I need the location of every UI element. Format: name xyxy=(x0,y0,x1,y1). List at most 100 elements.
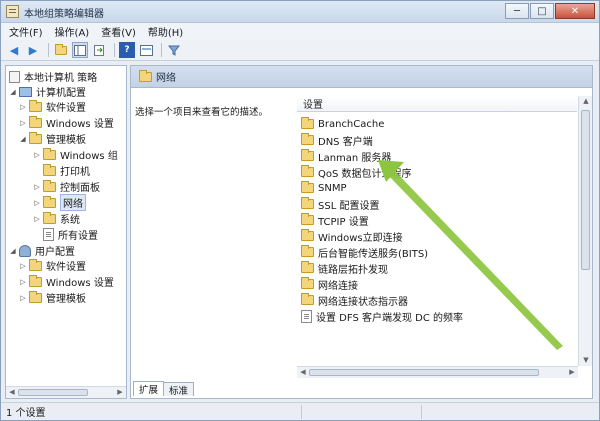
tree-root[interactable]: 本地计算机 策略 xyxy=(9,69,97,84)
scrollbar-thumb[interactable] xyxy=(18,389,88,396)
expand-arrow-icon[interactable]: ▷ xyxy=(19,262,27,270)
list-item[interactable]: SSL 配置设置 xyxy=(301,196,379,212)
expand-arrow-icon[interactable]: ▷ xyxy=(19,119,27,127)
tree-item-software-settings[interactable]: ▷ 软件设置 xyxy=(19,99,86,114)
all-settings-icon xyxy=(43,228,54,241)
tree-item-all-settings[interactable]: 所有设置 xyxy=(33,227,98,242)
scrollbar-thumb[interactable] xyxy=(581,110,590,270)
tree-item-printers[interactable]: 打印机 xyxy=(33,163,90,178)
vertical-scrollbar[interactable]: ▲ ▼ xyxy=(578,96,592,366)
folder-icon xyxy=(29,115,42,128)
folder-icon xyxy=(301,165,314,177)
tree-item-control-panel[interactable]: ▷ 控制面板 xyxy=(33,179,100,194)
expand-arrow-icon[interactable]: ▷ xyxy=(19,278,27,286)
export-list-icon[interactable] xyxy=(91,42,107,58)
scroll-down-icon[interactable]: ▼ xyxy=(581,356,591,365)
scroll-left-icon[interactable]: ◀ xyxy=(298,368,308,377)
forward-arrow-icon[interactable]: ▶ xyxy=(25,42,41,58)
expand-arrow-icon[interactable]: ▷ xyxy=(33,183,41,191)
folder-icon xyxy=(29,274,42,287)
tree-item-admin-templates[interactable]: ◢ 管理模板 xyxy=(19,131,86,146)
properties-glyph xyxy=(139,44,153,56)
collapse-arrow-icon[interactable]: ◢ xyxy=(9,247,17,255)
column-header-setting[interactable]: 设置 xyxy=(297,96,577,112)
tree-item-windows-components[interactable]: ▷ Windows 组 xyxy=(33,147,118,162)
menu-view[interactable]: 查看(V) xyxy=(101,24,136,39)
list-item[interactable]: TCPIP 设置 xyxy=(301,212,369,228)
expand-arrow-icon[interactable]: ▷ xyxy=(19,294,27,302)
filter-icon[interactable] xyxy=(166,42,182,58)
list-item-label: BranchCache xyxy=(318,118,385,130)
menu-bar: 文件(F) 操作(A) 查看(V) 帮助(H) xyxy=(1,23,599,40)
properties-icon[interactable] xyxy=(138,42,154,58)
folder-icon xyxy=(29,131,42,144)
expand-arrow-icon[interactable]: ▷ xyxy=(33,199,41,207)
folder-icon xyxy=(301,181,314,193)
tree-computer-config[interactable]: ◢ 计算机配置 xyxy=(9,84,86,99)
back-arrow-icon[interactable]: ◀ xyxy=(6,42,22,58)
scroll-left-icon[interactable]: ◀ xyxy=(7,388,17,397)
tree-item-user-software-settings[interactable]: ▷ 软件设置 xyxy=(19,258,86,273)
list-item-label: SNMP xyxy=(318,182,347,194)
scroll-right-icon[interactable]: ▶ xyxy=(115,388,125,397)
tree-label: Windows 组 xyxy=(60,151,118,162)
title-bar[interactable]: 本地组策略编辑器 ─ □ ✕ xyxy=(1,1,599,23)
folder-icon xyxy=(301,229,314,241)
list-item[interactable]: 设置 DFS 客户端发现 DC 的频率 xyxy=(301,308,463,324)
menu-action[interactable]: 操作(A) xyxy=(55,24,90,39)
tree-item-user-windows-settings[interactable]: ▷ Windows 设置 xyxy=(19,274,114,289)
tree-item-system[interactable]: ▷ 系统 xyxy=(33,211,80,226)
policy-icon xyxy=(9,70,20,83)
tree-item-windows-settings[interactable]: ▷ Windows 设置 xyxy=(19,115,114,130)
tree-label: 软件设置 xyxy=(46,262,86,273)
expand-arrow-icon[interactable]: ▷ xyxy=(33,151,41,159)
collapse-arrow-icon[interactable]: ◢ xyxy=(9,88,17,96)
collapse-arrow-icon[interactable]: ◢ xyxy=(19,135,27,143)
tab-standard[interactable]: 标准 xyxy=(163,382,195,397)
tree-item-user-admin-templates[interactable]: ▷ 管理模板 xyxy=(19,290,86,305)
list-item[interactable]: QoS 数据包计划程序 xyxy=(301,164,412,180)
list-item[interactable]: Windows立即连接 xyxy=(301,228,403,244)
list-item[interactable]: 后台智能传送服务(BITS) xyxy=(301,244,428,260)
tab-extended[interactable]: 扩展 xyxy=(133,381,165,396)
minimize-button[interactable]: ─ xyxy=(505,3,529,19)
list-item[interactable]: 网络连接 xyxy=(301,276,358,292)
expand-arrow-icon[interactable]: ▷ xyxy=(19,103,27,111)
scroll-right-icon[interactable]: ▶ xyxy=(567,368,577,377)
expand-arrow-icon[interactable]: ▷ xyxy=(33,215,41,223)
folder-icon xyxy=(29,290,42,303)
policy-editor-icon xyxy=(6,5,19,18)
menu-help[interactable]: 帮助(H) xyxy=(148,24,183,39)
folder-icon xyxy=(43,163,56,176)
status-text: 1 个设置 xyxy=(6,408,46,419)
menu-file[interactable]: 文件(F) xyxy=(9,24,43,39)
folder-icon xyxy=(43,211,56,224)
help-icon[interactable]: ? xyxy=(119,42,135,58)
settings-list[interactable]: 设置 BranchCache DNS 客户端 Lanman 服务器 QoS 数据… xyxy=(297,96,577,366)
maximize-button[interactable]: □ xyxy=(530,3,554,19)
list-item[interactable]: DNS 客户端 xyxy=(301,132,373,148)
list-item-label: TCPIP 设置 xyxy=(318,216,369,228)
tree-horizontal-scrollbar[interactable]: ◀ ▶ xyxy=(6,386,126,398)
status-divider xyxy=(421,405,422,419)
folder-icon xyxy=(43,179,56,192)
list-item[interactable]: SNMP xyxy=(301,180,347,196)
show-hide-tree-icon[interactable] xyxy=(72,42,88,58)
list-item[interactable]: BranchCache xyxy=(301,116,384,132)
tree-item-network[interactable]: ▷ 网络 xyxy=(33,194,86,211)
user-icon xyxy=(19,244,31,257)
up-folder-icon[interactable] xyxy=(53,42,69,58)
scroll-up-icon[interactable]: ▲ xyxy=(581,97,591,106)
horizontal-scrollbar[interactable]: ◀ ▶ xyxy=(297,366,578,378)
tree-label: 网络 xyxy=(60,194,86,211)
scrollbar-thumb[interactable] xyxy=(309,369,539,376)
list-item[interactable]: Lanman 服务器 xyxy=(301,148,391,164)
close-button[interactable]: ✕ xyxy=(555,3,595,19)
list-item-label: 设置 DFS 客户端发现 DC 的频率 xyxy=(316,312,464,324)
list-item[interactable]: 链路层拓扑发现 xyxy=(301,260,388,276)
tree-label: 用户配置 xyxy=(35,247,75,258)
tree-user-config[interactable]: ◢ 用户配置 xyxy=(9,243,75,258)
policy-setting-icon xyxy=(301,309,312,323)
tree-pane[interactable]: 本地计算机 策略 ◢ 计算机配置 ▷ 软件设置 ▷ Windows 设置 ◢ 管… xyxy=(5,65,127,399)
list-item[interactable]: 网络连接状态指示器 xyxy=(301,292,408,308)
